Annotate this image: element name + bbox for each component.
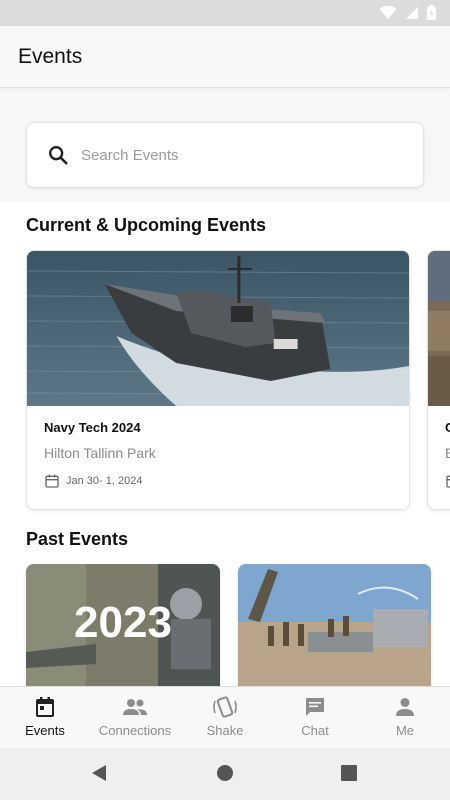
signal-icon <box>406 6 418 19</box>
bottom-navigation: Events Connections Shake Chat Me <box>0 686 450 748</box>
event-venue: Hilton Tallinn Park <box>44 445 156 461</box>
wifi-icon <box>379 5 397 19</box>
event-date: Jan 30- 1, 2024 <box>66 475 143 487</box>
battery-icon <box>427 5 436 20</box>
nav-item-chat[interactable]: Chat <box>270 687 360 748</box>
event-card[interactable]: Navy Tech 2024 Hilton Tallinn Park Jan 3… <box>26 250 410 510</box>
events-screen: Events Current & Upcoming Events <box>0 0 450 800</box>
people-icon <box>123 699 147 715</box>
past-event-card[interactable]: 2023 <box>26 564 220 694</box>
event-name: Navy Tech 2024 <box>44 420 141 435</box>
nav-item-shake[interactable]: Shake <box>180 687 270 748</box>
event-card[interactable]: C E <box>427 250 450 510</box>
past-event-image <box>238 564 431 694</box>
nav-item-events[interactable]: Events <box>0 687 90 748</box>
past-event-card[interactable] <box>238 564 431 694</box>
nav-item-me[interactable]: Me <box>360 687 450 748</box>
nav-label: Me <box>395 723 415 738</box>
home-icon[interactable] <box>216 764 234 782</box>
calendar-icon <box>446 475 450 488</box>
person-icon <box>396 698 414 716</box>
chat-icon <box>306 698 324 716</box>
event-name: C <box>445 420 450 435</box>
search-box[interactable] <box>26 122 424 188</box>
page-title: Events <box>18 45 83 68</box>
event-date-row <box>445 473 450 489</box>
past-event-image: 2023 <box>26 564 220 694</box>
event-date-row: Jan 30- 1, 2024 <box>44 473 142 489</box>
status-icons <box>379 5 436 20</box>
calendar-icon <box>45 474 59 488</box>
recents-icon[interactable] <box>340 764 358 782</box>
status-bar <box>0 0 450 26</box>
event-venue: E <box>445 445 450 461</box>
search-icon <box>49 146 68 165</box>
event-image <box>27 251 409 406</box>
shake-icon <box>213 696 237 718</box>
nav-item-connections[interactable]: Connections <box>90 687 180 748</box>
back-icon[interactable] <box>90 764 108 782</box>
nav-label: Shake <box>206 723 244 738</box>
nav-label: Events <box>25 723 65 738</box>
system-navigation-bar <box>0 748 450 800</box>
app-bar: Events <box>0 26 450 88</box>
calendar-icon <box>36 697 54 717</box>
current-events-heading: Current & Upcoming Events <box>26 215 267 235</box>
search-input[interactable] <box>81 123 411 187</box>
past-event-banner: 2023 <box>74 598 172 647</box>
nav-label: Chat <box>301 723 329 738</box>
past-events-heading: Past Events <box>26 529 129 549</box>
event-image <box>428 251 450 406</box>
nav-label: Connections <box>98 723 172 738</box>
